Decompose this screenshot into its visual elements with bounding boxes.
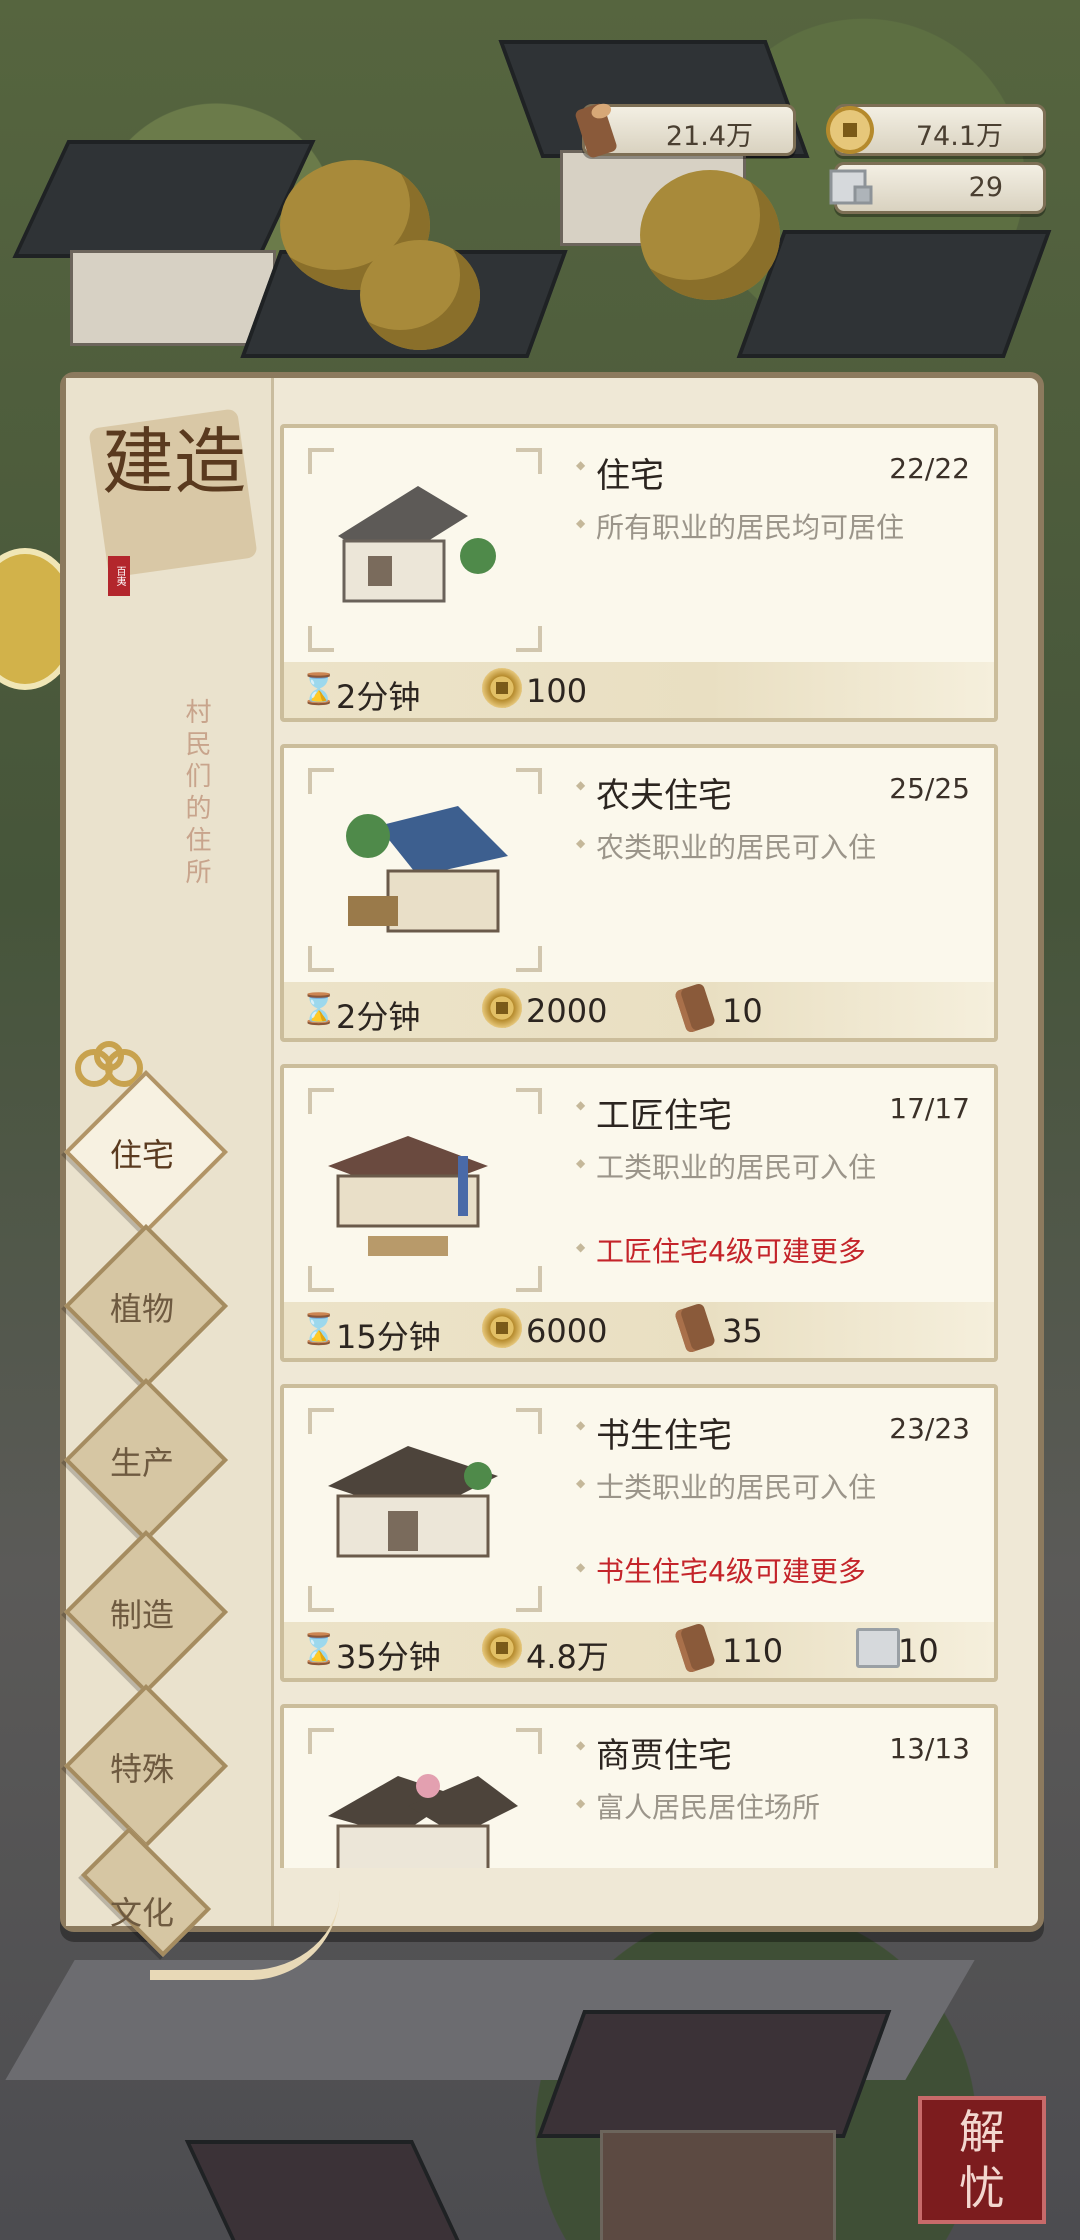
building-card[interactable]: 农夫住宅 25/25 农类职业的居民可入住 ⌛ 2分钟 2000 10	[280, 744, 998, 1042]
building-card[interactable]: 工匠住宅 17/17 工类职业的居民可入住 工匠住宅4级可建更多 ⌛ 15分钟 …	[280, 1064, 998, 1362]
cost-bar: ⌛ 35分钟 4.8万 110 10	[284, 1622, 994, 1678]
building-name: 农夫住宅	[576, 768, 732, 817]
building-desc: 富人居民居住场所	[576, 1786, 820, 1826]
wood-log-icon	[673, 1622, 717, 1674]
wood-value: 21.4万	[665, 121, 753, 152]
wood-cost: 35	[722, 1312, 763, 1350]
frame-corner	[516, 768, 542, 794]
building-desc: 所有职业的居民均可居住	[576, 506, 904, 546]
frame-corner	[516, 1728, 542, 1754]
coin-icon	[826, 106, 874, 154]
building-count: 13/13	[889, 1732, 970, 1765]
coin-icon	[482, 1308, 522, 1348]
building-name: 住宅	[576, 448, 664, 497]
frame-corner	[308, 1586, 334, 1612]
coin-icon	[482, 988, 522, 1028]
house-roof	[736, 230, 1052, 358]
building-desc: 士类职业的居民可入住	[576, 1466, 876, 1506]
frame-corner	[308, 768, 334, 794]
frame-corner	[516, 1088, 542, 1114]
cost-bar: ⌛ 15分钟 6000 35	[284, 1302, 994, 1358]
tree	[640, 170, 780, 300]
stone-block-icon	[829, 169, 873, 205]
building-count: 22/22	[889, 452, 970, 485]
build-time: 15分钟	[336, 1318, 441, 1356]
hourglass-icon: ⌛	[300, 1632, 338, 1667]
stamp-text: 解忧	[959, 2105, 1005, 2215]
building-name: 书生住宅	[576, 1408, 732, 1457]
scholar-house-thumbnail	[328, 1446, 498, 1558]
coin-icon	[482, 1628, 522, 1668]
coin-cost: 6000	[526, 1312, 608, 1350]
cost-bar: ⌛ 2分钟 100	[284, 662, 994, 718]
frame-corner	[516, 1586, 542, 1612]
jieyou-stamp-button[interactable]: 解忧	[918, 2096, 1046, 2224]
coin-cost: 4.8万	[526, 1638, 609, 1676]
wood-log-icon	[673, 982, 717, 1034]
building-count: 23/23	[889, 1412, 970, 1445]
build-time: 35分钟	[336, 1638, 441, 1676]
wood-cost: 110	[722, 1632, 784, 1670]
coin-icon	[482, 668, 522, 708]
building-card[interactable]: 商贾住宅 13/13 富人居民居住场所	[280, 1704, 998, 1868]
coin-cost: 2000	[526, 992, 608, 1030]
cost-bar: ⌛ 2分钟 2000 10	[284, 982, 994, 1038]
build-time: 2分钟	[336, 678, 421, 716]
frame-corner	[308, 626, 334, 652]
coin-cost: 100	[526, 672, 588, 710]
wood-log-icon	[575, 103, 617, 158]
wood-log-icon	[673, 1302, 717, 1354]
building-name: 工匠住宅	[576, 1088, 732, 1137]
frame-corner	[308, 1728, 334, 1754]
frame-corner	[516, 1408, 542, 1434]
stone-value: 29	[968, 172, 1003, 203]
coin-value: 74.1万	[915, 121, 1003, 152]
artisan-house-thumbnail	[328, 1136, 488, 1256]
building-count: 25/25	[889, 772, 970, 805]
stone-counter[interactable]: 29	[829, 162, 1046, 214]
house-thumbnail	[338, 486, 496, 603]
wood-counter[interactable]: 21.4万	[575, 103, 796, 158]
merchant-house-thumbnail	[328, 1774, 518, 1868]
hourglass-icon: ⌛	[300, 992, 338, 1027]
house-wall	[600, 2130, 836, 2240]
tree	[360, 240, 480, 350]
frame-corner	[516, 626, 542, 652]
building-desc: 农类职业的居民可入住	[576, 826, 876, 866]
frame-corner	[516, 448, 542, 474]
building-card[interactable]: 住宅 22/22 所有职业的居民均可居住 ⌛ 2分钟 100	[280, 424, 998, 722]
frame-corner	[308, 1266, 334, 1292]
building-count: 17/17	[889, 1092, 970, 1125]
frame-corner	[308, 448, 334, 474]
hourglass-icon: ⌛	[300, 1312, 338, 1347]
frame-corner	[516, 1266, 542, 1292]
building-list[interactable]: 住宅 22/22 所有职业的居民均可居住 ⌛ 2分钟 100 农夫住宅	[66, 378, 1038, 1868]
building-card[interactable]: 书生住宅 23/23 士类职业的居民可入住 书生住宅4级可建更多 ⌛ 35分钟 …	[280, 1384, 998, 1682]
stone-cost: 10	[898, 1632, 939, 1670]
house-roof	[536, 2010, 892, 2138]
building-desc: 工类职业的居民可入住	[576, 1146, 876, 1186]
upgrade-warning: 工匠住宅4级可建更多	[576, 1230, 866, 1270]
frame-corner	[308, 946, 334, 972]
house-wall	[70, 250, 276, 346]
upgrade-warning: 书生住宅4级可建更多	[576, 1550, 866, 1590]
frame-corner	[308, 1408, 334, 1434]
building-name: 商贾住宅	[576, 1728, 732, 1777]
farmer-house-thumbnail	[346, 806, 508, 933]
coin-counter[interactable]: 74.1万	[826, 104, 1046, 156]
wood-cost: 10	[722, 992, 763, 1030]
frame-corner	[308, 1088, 334, 1114]
hourglass-icon: ⌛	[300, 672, 338, 707]
build-panel: 建造 百夷 村民们的住所 住宅 植物 生产 制造 特殊 文化 ◆ 住宅 22/2…	[60, 372, 1044, 1958]
frame-corner	[516, 946, 542, 972]
stone-block-icon	[856, 1628, 900, 1668]
build-time: 2分钟	[336, 998, 421, 1036]
